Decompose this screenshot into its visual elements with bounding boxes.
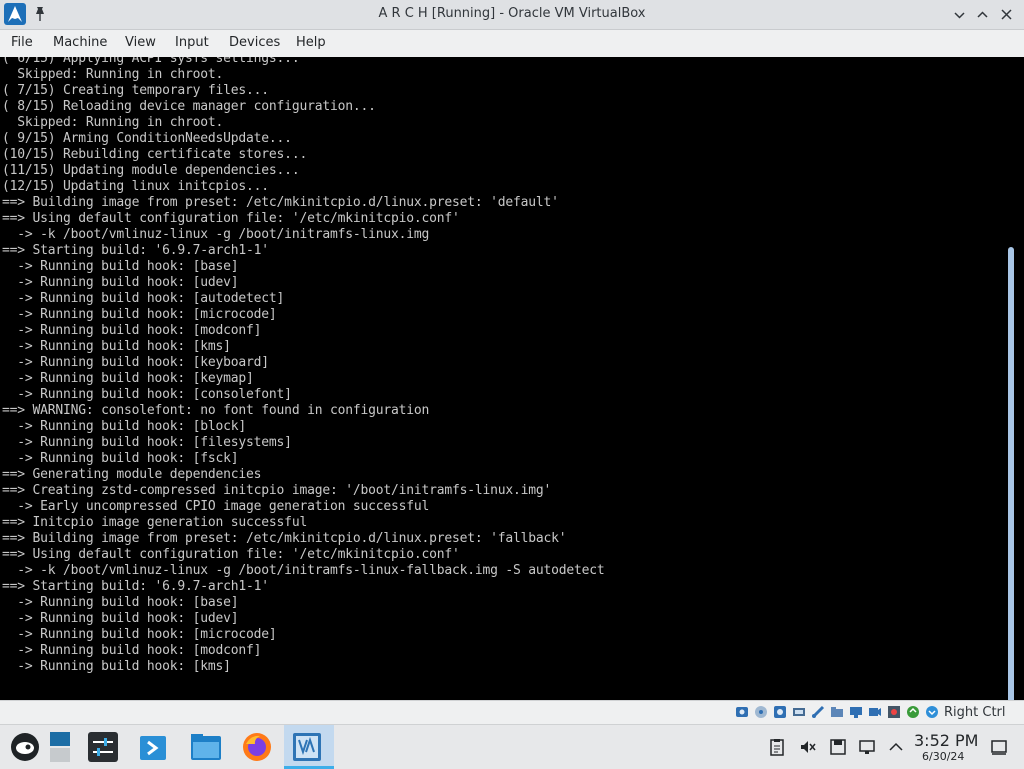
task-system-settings[interactable]: [80, 725, 124, 769]
menu-input[interactable]: Input: [174, 35, 210, 50]
expand-tray-icon[interactable]: [887, 738, 905, 756]
menu-file[interactable]: File: [10, 35, 34, 50]
host-key-icon[interactable]: [925, 705, 939, 719]
console-line: Skipped: Running in chroot.: [2, 67, 224, 82]
console-output: ( 6/15) Applying ACPI sysfs settings... …: [2, 57, 605, 675]
virtualbox-icon: [293, 733, 321, 761]
console-line: -> Running build hook: [fsck]: [2, 451, 239, 466]
console-line: -> Running build hook: [base]: [2, 259, 239, 274]
opensuse-launcher-icon: [11, 733, 39, 761]
console-line: ==> Building image from preset: /etc/mki…: [2, 195, 559, 210]
menu-devices[interactable]: Devices: [228, 35, 281, 50]
vm-status-bar: Right Ctrl: [0, 700, 1024, 724]
console-line: -> Running build hook: [filesystems]: [2, 435, 292, 450]
console-line: (10/15) Rebuilding certificate stores...: [2, 147, 308, 162]
console-line: -> Running build hook: [consolefont]: [2, 387, 292, 402]
console-line: ==> Starting build: '6.9.7-arch1-1': [2, 579, 269, 594]
mouse-integration-icon[interactable]: [906, 705, 920, 719]
video-capture-icon[interactable]: [868, 705, 882, 719]
task-discover[interactable]: [130, 725, 174, 769]
task-file-manager[interactable]: [182, 725, 226, 769]
optical-drive-icon[interactable]: [754, 705, 768, 719]
show-desktop-icon[interactable]: [990, 738, 1008, 756]
console-line: (12/15) Updating linux initcpios...: [2, 179, 269, 194]
console-line: ==> WARNING: consolefont: no font found …: [2, 403, 430, 418]
clipboard-icon[interactable]: [768, 738, 786, 756]
close-icon[interactable]: [999, 7, 1014, 22]
console-line: Skipped: Running in chroot.: [2, 115, 224, 130]
maximize-icon[interactable]: [975, 7, 990, 22]
mute-icon[interactable]: [799, 738, 817, 756]
host-key-label: Right Ctrl: [944, 705, 1006, 720]
console-line: -> Running build hook: [kms]: [2, 339, 231, 354]
console-line: ==> Using default configuration file: '/…: [2, 211, 460, 226]
console-line: -> Running build hook: [microcode]: [2, 627, 277, 642]
task-virtualbox[interactable]: [284, 725, 334, 769]
console-line: -> Running build hook: [block]: [2, 419, 247, 434]
discover-store-icon: [140, 736, 166, 760]
console-line: -> Early uncompressed CPIO image generat…: [2, 499, 430, 514]
console-line: ( 8/15) Reloading device manager configu…: [2, 99, 376, 114]
console-line: -> Running build hook: [modconf]: [2, 323, 262, 338]
minimize-icon[interactable]: [952, 7, 967, 22]
console-line: ( 9/15) Arming ConditionNeedsUpdate...: [2, 131, 292, 146]
console-line: ( 7/15) Creating temporary files...: [2, 83, 269, 98]
console-line: -> Running build hook: [keyboard]: [2, 355, 269, 370]
storage-icon[interactable]: [829, 738, 847, 756]
taskbar: 3:52 PM 6/30/24: [0, 724, 1024, 769]
vertical-scrollbar[interactable]: [1008, 247, 1014, 700]
console-line: ==> Creating zstd-compressed initcpio im…: [2, 483, 552, 498]
console-line: ==> Using default configuration file: '/…: [2, 547, 460, 562]
system-settings-icon: [88, 732, 118, 762]
console-line: -> Running build hook: [udev]: [2, 611, 239, 626]
recording-icon[interactable]: [887, 705, 901, 719]
network-icon[interactable]: [792, 705, 806, 719]
menu-view[interactable]: View: [124, 35, 157, 50]
window-titlebar[interactable]: A R C H [Running] - Oracle VM VirtualBox: [0, 0, 1024, 30]
menu-machine[interactable]: Machine: [52, 35, 108, 50]
desktop-pager-icon: [50, 732, 70, 762]
console-line: ==> Building image from preset: /etc/mki…: [2, 531, 567, 546]
console-line: -> Running build hook: [autodetect]: [2, 291, 285, 306]
audio-icon[interactable]: [773, 705, 787, 719]
console-line: ==> Starting build: '6.9.7-arch1-1': [2, 243, 269, 258]
network-disconnected-icon[interactable]: [858, 738, 876, 756]
console-line: -> Running build hook: [keymap]: [2, 371, 254, 386]
file-manager-icon: [191, 734, 221, 760]
menu-help[interactable]: Help: [295, 35, 327, 50]
clock-date: 6/30/24: [922, 750, 965, 763]
console-line: -> Running build hook: [base]: [2, 595, 239, 610]
console-line: ( 6/15) Applying ACPI sysfs settings...: [2, 57, 300, 66]
menu-bar: File Machine View Input Devices Help: [0, 30, 1024, 57]
console-line: -> Running build hook: [kms]: [2, 659, 231, 674]
desktop-pager[interactable]: [40, 725, 84, 769]
usb-icon[interactable]: [811, 705, 825, 719]
console-line: -> -k /boot/vmlinuz-linux -g /boot/initr…: [2, 227, 430, 242]
console-line: -> Running build hook: [udev]: [2, 275, 239, 290]
console-line: (11/15) Updating module dependencies...: [2, 163, 300, 178]
console-line: -> Running build hook: [microcode]: [2, 307, 277, 322]
clock-time: 3:52 PM: [914, 731, 979, 750]
shared-folders-icon[interactable]: [830, 705, 844, 719]
console-line: -> Running build hook: [modconf]: [2, 643, 262, 658]
firefox-icon: [243, 733, 271, 761]
console-line: ==> Initcpio image generation successful: [2, 515, 308, 530]
hard-disk-icon[interactable]: [735, 705, 749, 719]
display-icon[interactable]: [849, 705, 863, 719]
window-title: A R C H [Running] - Oracle VM VirtualBox: [378, 6, 646, 21]
console-line: ==> Generating module dependencies: [2, 467, 262, 482]
task-firefox[interactable]: [234, 725, 278, 769]
console-line: -> -k /boot/vmlinuz-linux -g /boot/initr…: [2, 563, 605, 578]
vm-display[interactable]: ( 6/15) Applying ACPI sysfs settings... …: [0, 57, 1024, 700]
